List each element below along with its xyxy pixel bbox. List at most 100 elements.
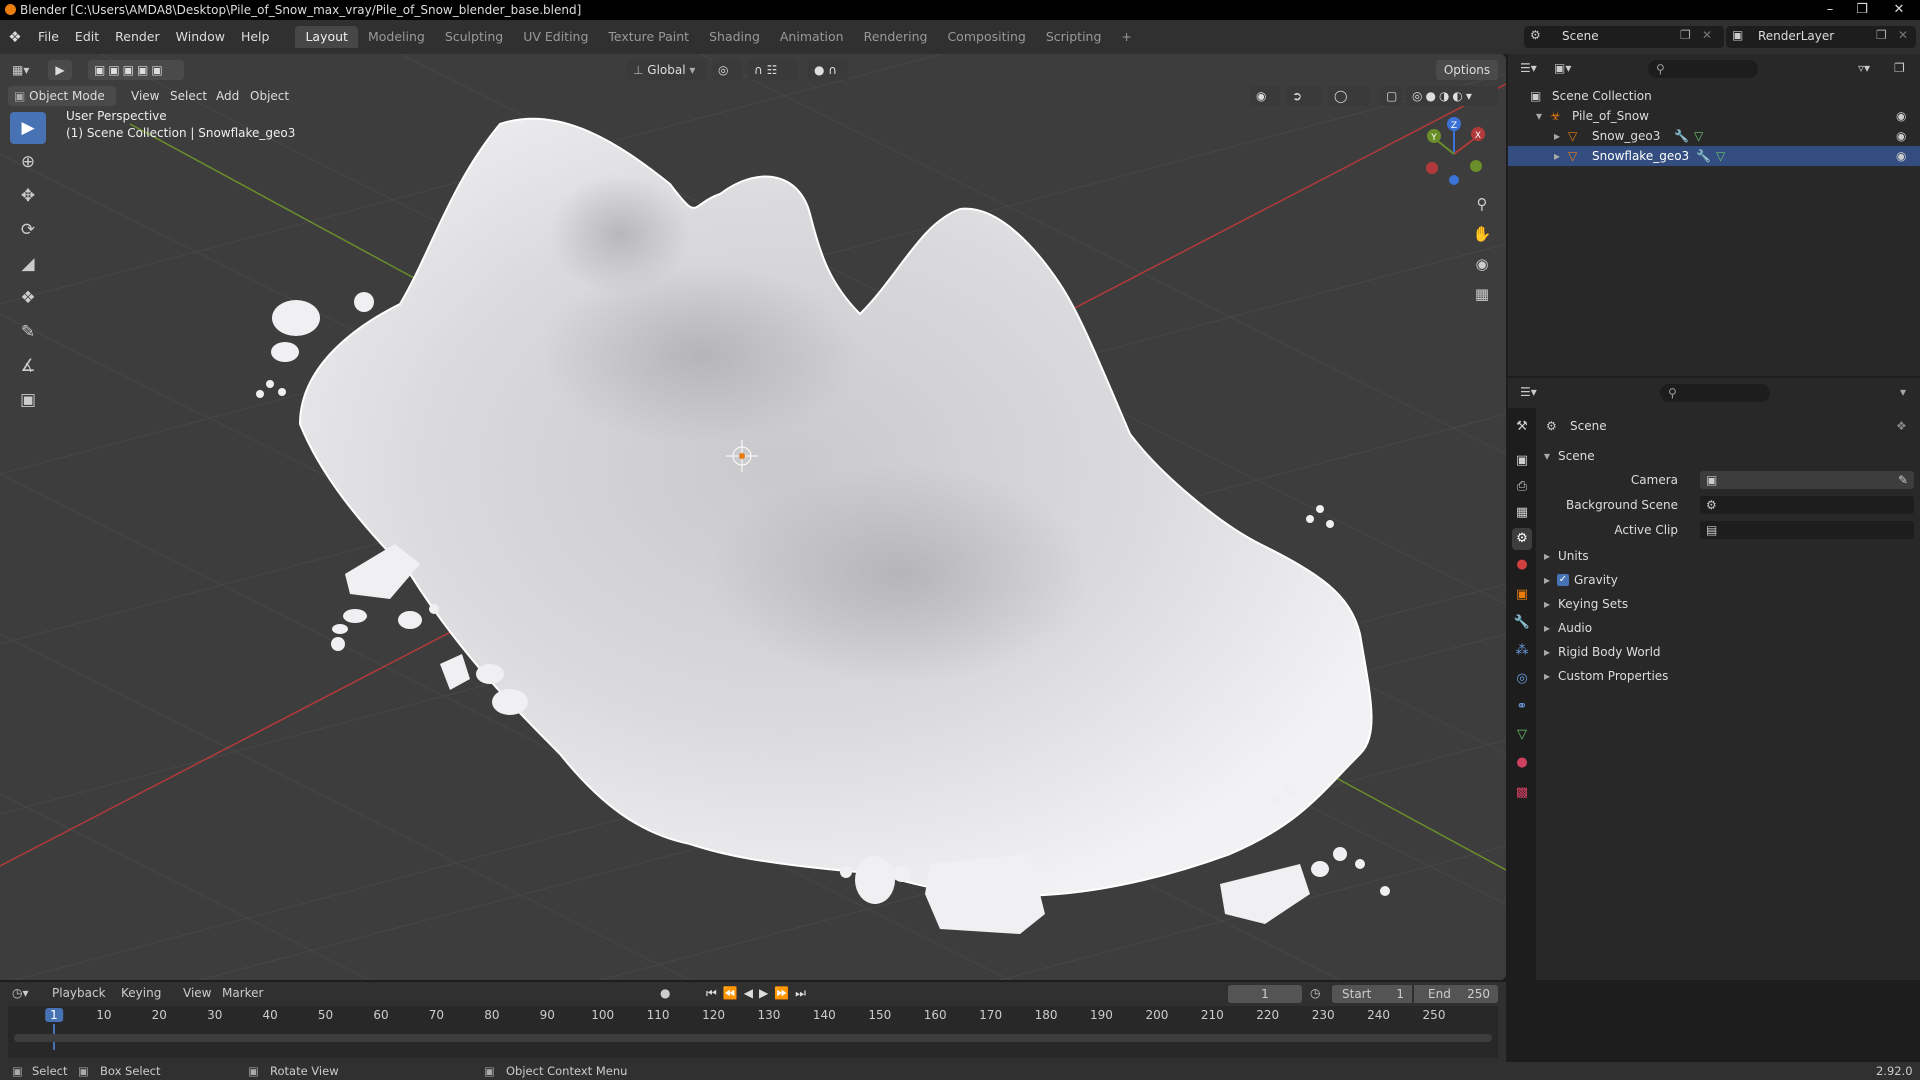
expand-right-icon[interactable]: ▸ <box>1544 642 1550 662</box>
clock-icon[interactable]: ◷ <box>1310 986 1320 1000</box>
zoom-icon[interactable]: ⚲ <box>1468 190 1496 218</box>
tab-shading[interactable]: Shading <box>699 26 770 48</box>
measure-tool-icon[interactable]: ∡ <box>10 350 46 382</box>
expand-right-icon[interactable]: ▸ <box>1544 666 1550 686</box>
material-tab-icon[interactable]: ● <box>1512 752 1532 774</box>
outliner-row-collection[interactable]: ▾ ☣ Pile_of_Snow ◉ <box>1508 106 1920 126</box>
camera-field[interactable]: ▣ ✎ <box>1700 471 1914 489</box>
new-renderlayer-icon[interactable]: ❐ <box>1876 28 1887 42</box>
data-tab-icon[interactable]: ▽ <box>1512 724 1532 746</box>
tab-rendering[interactable]: Rendering <box>854 26 938 48</box>
renderlayer-selector[interactable]: ▣ RenderLayer ❐ ✕ <box>1726 26 1916 48</box>
delete-scene-icon[interactable]: ✕ <box>1702 28 1712 42</box>
viewport-menu-view[interactable]: View <box>131 86 159 106</box>
select-tool-icon[interactable]: ▶ <box>48 60 72 80</box>
timeline-menu-marker[interactable]: Marker <box>222 986 263 1000</box>
expand-down-icon[interactable]: ▾ <box>1544 446 1550 466</box>
tab-texture-paint[interactable]: Texture Paint <box>598 26 699 48</box>
viewport-menu-object[interactable]: Object <box>250 86 289 106</box>
expand-right-icon[interactable]: ▸ <box>1544 618 1550 638</box>
menu-render[interactable]: Render <box>107 20 168 54</box>
gizmo-x-label[interactable]: X <box>1475 131 1481 141</box>
menu-help[interactable]: Help <box>233 20 278 54</box>
gravity-checkbox[interactable]: ✓ <box>1557 574 1569 586</box>
panel-keying-sets[interactable]: ▸ Keying Sets <box>1508 594 1920 614</box>
menu-window[interactable]: Window <box>168 20 233 54</box>
start-frame-field[interactable]: Start 1 <box>1332 985 1412 1003</box>
options-button[interactable]: Options ▾ <box>1436 60 1498 97</box>
timeline-menu-keying[interactable]: Keying <box>121 986 161 1000</box>
background-scene-field[interactable]: ⚙ <box>1700 496 1914 514</box>
shading-mode-icons[interactable]: ◎●◑◐▾ <box>1406 86 1498 106</box>
mesh-data-icon[interactable]: ▽ <box>1694 126 1703 146</box>
active-clip-field[interactable]: ▤ <box>1700 521 1914 539</box>
new-collection-icon[interactable]: ❐ <box>1894 58 1905 78</box>
modifier-wrench-icon[interactable]: 🔧 <box>1696 146 1711 166</box>
add-workspace-button[interactable]: + <box>1111 26 1141 48</box>
texture-tab-icon[interactable]: ▩ <box>1512 782 1532 804</box>
scene-selector[interactable]: ⚙ Scene ❐ ✕ <box>1524 26 1724 48</box>
minimize-button[interactable]: – <box>1814 0 1846 20</box>
cursor-tool-icon[interactable]: ⊕ <box>10 146 46 178</box>
panel-gravity[interactable]: ▸ ✓ Gravity <box>1508 570 1920 590</box>
properties-editor-icon[interactable]: ☰▾ <box>1520 382 1537 402</box>
tab-uv-editing[interactable]: UV Editing <box>513 26 598 48</box>
gizmo-toggle-icon[interactable]: ➲ <box>1286 86 1322 106</box>
properties-search-input[interactable]: ⚲ <box>1660 384 1770 402</box>
tab-animation[interactable]: Animation <box>770 26 854 48</box>
overlay-toggle-icon[interactable]: ◯ <box>1328 86 1370 106</box>
timeline-menu-playback[interactable]: Playback <box>52 986 106 1000</box>
delete-renderlayer-icon[interactable]: ✕ <box>1898 28 1908 42</box>
menu-edit[interactable]: Edit <box>67 20 107 54</box>
ortho-grid-icon[interactable]: ▦ <box>1468 280 1496 308</box>
eye-icon[interactable]: ◉ <box>1896 106 1906 126</box>
move-tool-icon[interactable]: ✥ <box>10 180 46 212</box>
viewport-menu-add[interactable]: Add <box>216 86 239 106</box>
renderlayer-name[interactable]: RenderLayer <box>1758 29 1834 43</box>
blender-menu-icon[interactable]: ❖ <box>0 28 30 46</box>
viewport-scene[interactable] <box>0 54 1506 980</box>
annotate-tool-icon[interactable]: ✎ <box>10 316 46 348</box>
timeline-editor-icon[interactable]: ◷▾ <box>12 986 29 1000</box>
tab-modeling[interactable]: Modeling <box>358 26 435 48</box>
eyedropper-icon[interactable]: ✎ <box>1898 470 1908 490</box>
expand-right-icon[interactable]: ▸ <box>1554 146 1560 166</box>
pan-hand-icon[interactable]: ✋ <box>1468 220 1496 248</box>
timeline-scrollbar[interactable] <box>14 1034 1492 1042</box>
tab-layout[interactable]: Layout <box>295 26 358 48</box>
gizmo-y-label[interactable]: Y <box>1430 133 1437 143</box>
outliner-row-scene-collection[interactable]: ▣ Scene Collection <box>1508 86 1920 106</box>
outliner-search-input[interactable]: ⚲ <box>1648 60 1758 78</box>
panel-units[interactable]: ▸ Units <box>1508 546 1920 566</box>
mesh-data-icon[interactable]: ▽ <box>1716 146 1725 166</box>
expand-right-icon[interactable]: ▸ <box>1554 126 1560 146</box>
eye-icon[interactable]: ◉ <box>1896 126 1906 146</box>
outliner-row-object-selected[interactable]: ▸ ▽ Snowflake_geo3 🔧 ▽ ◉ <box>1508 146 1920 166</box>
eye-icon[interactable]: ◉ <box>1896 146 1906 166</box>
display-mode-icon[interactable]: ▣▾ <box>1554 58 1571 78</box>
playhead[interactable]: 1 <box>45 1008 63 1022</box>
panel-audio[interactable]: ▸ Audio <box>1508 618 1920 638</box>
expand-right-icon[interactable]: ▸ <box>1544 546 1550 566</box>
playback-controls[interactable]: ⏮⏪◀▶⏩⏭ <box>706 986 812 1001</box>
rotate-tool-icon[interactable]: ⟳ <box>10 214 46 246</box>
current-frame-field[interactable]: 1 <box>1228 985 1302 1003</box>
expand-down-icon[interactable]: ▾ <box>1536 106 1542 126</box>
visibility-icon[interactable]: ◉ <box>1250 86 1280 106</box>
pivot-point-icon[interactable]: ◎ <box>712 60 742 80</box>
scale-tool-icon[interactable]: ◢ <box>10 248 46 280</box>
close-button[interactable]: ✕ <box>1878 0 1920 20</box>
xray-toggle-icon[interactable]: ▢ <box>1380 86 1402 106</box>
transform-orientation-dropdown[interactable]: ⊥ Global ▾ <box>627 60 707 80</box>
tab-scripting[interactable]: Scripting <box>1036 26 1112 48</box>
panel-scene-header[interactable]: ▾ Scene <box>1508 446 1920 466</box>
panel-rigid-body-world[interactable]: ▸ Rigid Body World <box>1508 642 1920 662</box>
panel-custom-properties[interactable]: ▸ Custom Properties <box>1508 666 1920 686</box>
timeline-track[interactable]: 1 10 20 30 40 50 60 70 80 90 100 110 120 130 140 150 160… <box>8 1006 1498 1058</box>
camera-view-icon[interactable]: ◉ <box>1468 250 1496 278</box>
timeline-menu-view[interactable]: View <box>183 986 211 1000</box>
gizmo-z-label[interactable]: Z <box>1451 121 1457 131</box>
mode-dropdown[interactable]: ▣ Object Mode ▾ <box>8 86 116 123</box>
chevron-down-icon[interactable]: ▾ <box>1900 382 1906 402</box>
navigation-gizmo[interactable]: Z X Y <box>1418 112 1498 192</box>
